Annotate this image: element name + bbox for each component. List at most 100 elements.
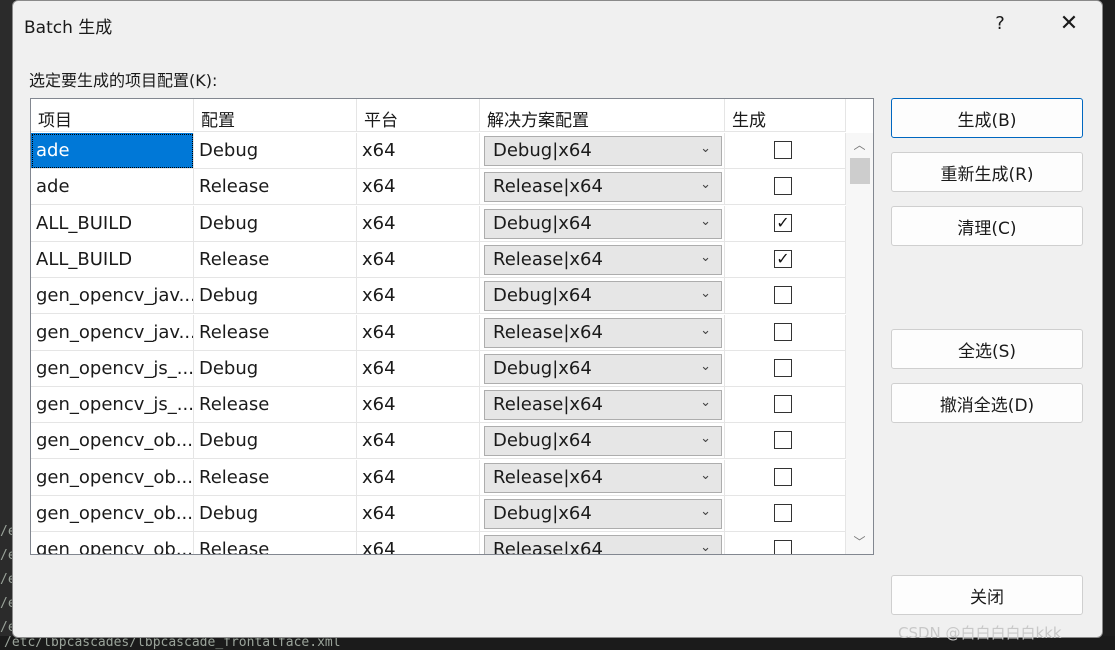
- solution-config-cell: Release|x64 ⌄: [480, 314, 725, 351]
- project-cell[interactable]: gen_opencv_ob...: [31, 423, 194, 460]
- table-row[interactable]: ade Release x64 Release|x64 ⌄: [31, 169, 846, 206]
- build-checkbox[interactable]: [774, 358, 792, 377]
- column-header-solution-config[interactable]: 解决方案配置: [480, 99, 725, 132]
- project-cell[interactable]: gen_opencv_js_...: [31, 387, 194, 424]
- table-row[interactable]: ALL_BUILD Debug x64 Debug|x64 ⌄ ✓: [31, 205, 846, 242]
- build-button[interactable]: 生成(B): [891, 98, 1083, 138]
- build-cell: [725, 278, 846, 315]
- table-row[interactable]: gen_opencv_ob... Debug x64 Debug|x64 ⌄: [31, 496, 846, 532]
- help-button[interactable]: ?: [981, 7, 1019, 39]
- table-row[interactable]: gen_opencv_jav... Debug x64 Debug|x64 ⌄: [31, 278, 846, 315]
- solution-config-dropdown[interactable]: Release|x64 ⌄: [484, 172, 722, 203]
- rebuild-button[interactable]: 重新生成(R): [891, 152, 1083, 192]
- table-row[interactable]: ade Debug x64 Debug|x64 ⌄: [31, 133, 846, 169]
- project-cell[interactable]: gen_opencv_js_...: [31, 350, 194, 387]
- solution-config-cell: Debug|x64 ⌄: [480, 133, 725, 169]
- build-checkbox[interactable]: [774, 177, 792, 196]
- column-header-config[interactable]: 配置: [194, 99, 357, 132]
- build-checkbox[interactable]: [774, 286, 792, 305]
- solution-config-dropdown[interactable]: Debug|x64 ⌄: [484, 136, 722, 166]
- solution-config-cell: Release|x64 ⌄: [480, 532, 725, 555]
- config-cell: Release: [194, 241, 357, 278]
- project-cell[interactable]: gen_opencv_ob...: [31, 459, 194, 496]
- solution-config-cell: Release|x64 ⌄: [480, 459, 725, 496]
- terminal-path-text: /etc/lbpcascades/lbpcascade_frontalface.…: [4, 636, 341, 650]
- project-cell[interactable]: gen_opencv_jav...: [31, 278, 194, 315]
- table-row[interactable]: gen_opencv_js_... Release x64 Release|x64 ⌄: [31, 387, 846, 424]
- chevron-down-icon: ⌄: [700, 395, 711, 411]
- project-cell[interactable]: ALL_BUILD: [31, 205, 194, 242]
- build-checkbox[interactable]: ✓: [774, 213, 792, 232]
- solution-config-value: Release|x64: [493, 248, 603, 270]
- vertical-scrollbar[interactable]: ︿ ﹀: [846, 133, 873, 554]
- table-row[interactable]: ALL_BUILD Release x64 Release|x64 ⌄ ✓: [31, 241, 846, 278]
- solution-config-dropdown[interactable]: Release|x64 ⌄: [484, 317, 722, 348]
- build-cell: ✓: [725, 205, 846, 242]
- build-checkbox[interactable]: ✓: [774, 249, 792, 268]
- project-cell[interactable]: ALL_BUILD: [31, 241, 194, 278]
- solution-config-cell: Debug|x64 ⌄: [480, 423, 725, 460]
- scroll-down-icon[interactable]: ﹀: [846, 530, 873, 554]
- table-row[interactable]: gen_opencv_ob... Release x64 Release|x64 ⌄: [31, 459, 846, 496]
- solution-config-dropdown[interactable]: Debug|x64 ⌄: [484, 281, 722, 312]
- solution-config-cell: Release|x64 ⌄: [480, 241, 725, 278]
- build-checkbox[interactable]: [774, 141, 792, 159]
- build-checkbox[interactable]: [774, 504, 792, 522]
- select-all-button[interactable]: 全选(S): [891, 329, 1083, 369]
- column-header-build[interactable]: 生成: [725, 99, 846, 132]
- config-cell: Release: [194, 169, 357, 206]
- solution-config-dropdown[interactable]: Debug|x64 ⌄: [484, 353, 722, 384]
- build-cell: [725, 423, 846, 460]
- scrollbar-thumb[interactable]: [850, 158, 870, 184]
- chevron-down-icon: ⌄: [700, 467, 711, 483]
- platform-cell: x64: [357, 278, 480, 315]
- config-cell: Debug: [194, 496, 357, 532]
- solution-config-dropdown[interactable]: Debug|x64 ⌄: [484, 426, 722, 457]
- solution-config-dropdown[interactable]: Release|x64 ⌄: [484, 535, 722, 555]
- build-checkbox[interactable]: [774, 431, 792, 450]
- build-checkbox[interactable]: [774, 540, 792, 554]
- solution-config-cell: Debug|x64 ⌄: [480, 350, 725, 387]
- project-cell[interactable]: gen_opencv_ob...: [31, 532, 194, 554]
- config-cell: Debug: [194, 350, 357, 387]
- solution-config-value: Debug|x64: [493, 140, 592, 161]
- project-list-label: 选定要生成的项目配置(K):: [29, 71, 218, 90]
- solution-config-dropdown[interactable]: Release|x64 ⌄: [484, 462, 722, 493]
- column-header-platform[interactable]: 平台: [357, 99, 480, 132]
- project-config-grid[interactable]: 项目 配置 平台 解决方案配置 生成 ade Debug x64 Debug|x64 ⌄…: [30, 98, 874, 555]
- watermark: CSDN @白白白白白kkk: [898, 624, 1062, 642]
- solution-config-value: Release|x64: [493, 394, 603, 416]
- project-cell[interactable]: gen_opencv_ob...: [31, 496, 194, 532]
- build-checkbox[interactable]: [774, 395, 792, 414]
- scroll-up-icon[interactable]: ︿: [846, 133, 873, 157]
- deselect-all-button[interactable]: 撤消全选(D): [891, 383, 1083, 423]
- build-checkbox[interactable]: [774, 467, 792, 486]
- batch-build-dialog: Batch 生成 ? ✕ 选定要生成的项目配置(K): 项目 配置 平台 解决方…: [12, 0, 1103, 638]
- close-window-button[interactable]: ✕: [1050, 7, 1088, 39]
- table-row[interactable]: gen_opencv_jav... Release x64 Release|x64 ⌄: [31, 314, 846, 351]
- build-cell: [725, 133, 846, 169]
- project-cell[interactable]: ade: [31, 133, 194, 169]
- build-checkbox[interactable]: [774, 322, 792, 341]
- clean-button[interactable]: 清理(C): [891, 206, 1083, 246]
- chevron-down-icon: ⌄: [700, 213, 711, 229]
- close-button[interactable]: 关闭: [891, 575, 1083, 615]
- solution-config-dropdown[interactable]: Release|x64 ⌄: [484, 390, 722, 421]
- chevron-down-icon: ⌄: [700, 322, 711, 338]
- column-header-project[interactable]: 项目: [31, 99, 194, 132]
- solution-config-cell: Debug|x64 ⌄: [480, 205, 725, 242]
- chevron-down-icon: ⌄: [700, 358, 711, 374]
- config-cell: Debug: [194, 423, 357, 460]
- solution-config-cell: Debug|x64 ⌄: [480, 496, 725, 532]
- solution-config-value: Release|x64: [493, 539, 603, 555]
- solution-config-dropdown[interactable]: Debug|x64 ⌄: [484, 499, 722, 529]
- solution-config-dropdown[interactable]: Release|x64 ⌄: [484, 244, 722, 275]
- table-row[interactable]: gen_opencv_ob... Release x64 Release|x64 ⌄: [31, 532, 846, 555]
- platform-cell: x64: [357, 423, 480, 460]
- solution-config-dropdown[interactable]: Debug|x64 ⌄: [484, 208, 722, 239]
- project-cell[interactable]: gen_opencv_jav...: [31, 314, 194, 351]
- chevron-down-icon: ⌄: [700, 286, 711, 302]
- project-cell[interactable]: ade: [31, 169, 194, 206]
- table-row[interactable]: gen_opencv_ob... Debug x64 Debug|x64 ⌄: [31, 423, 846, 460]
- table-row[interactable]: gen_opencv_js_... Debug x64 Debug|x64 ⌄: [31, 350, 846, 387]
